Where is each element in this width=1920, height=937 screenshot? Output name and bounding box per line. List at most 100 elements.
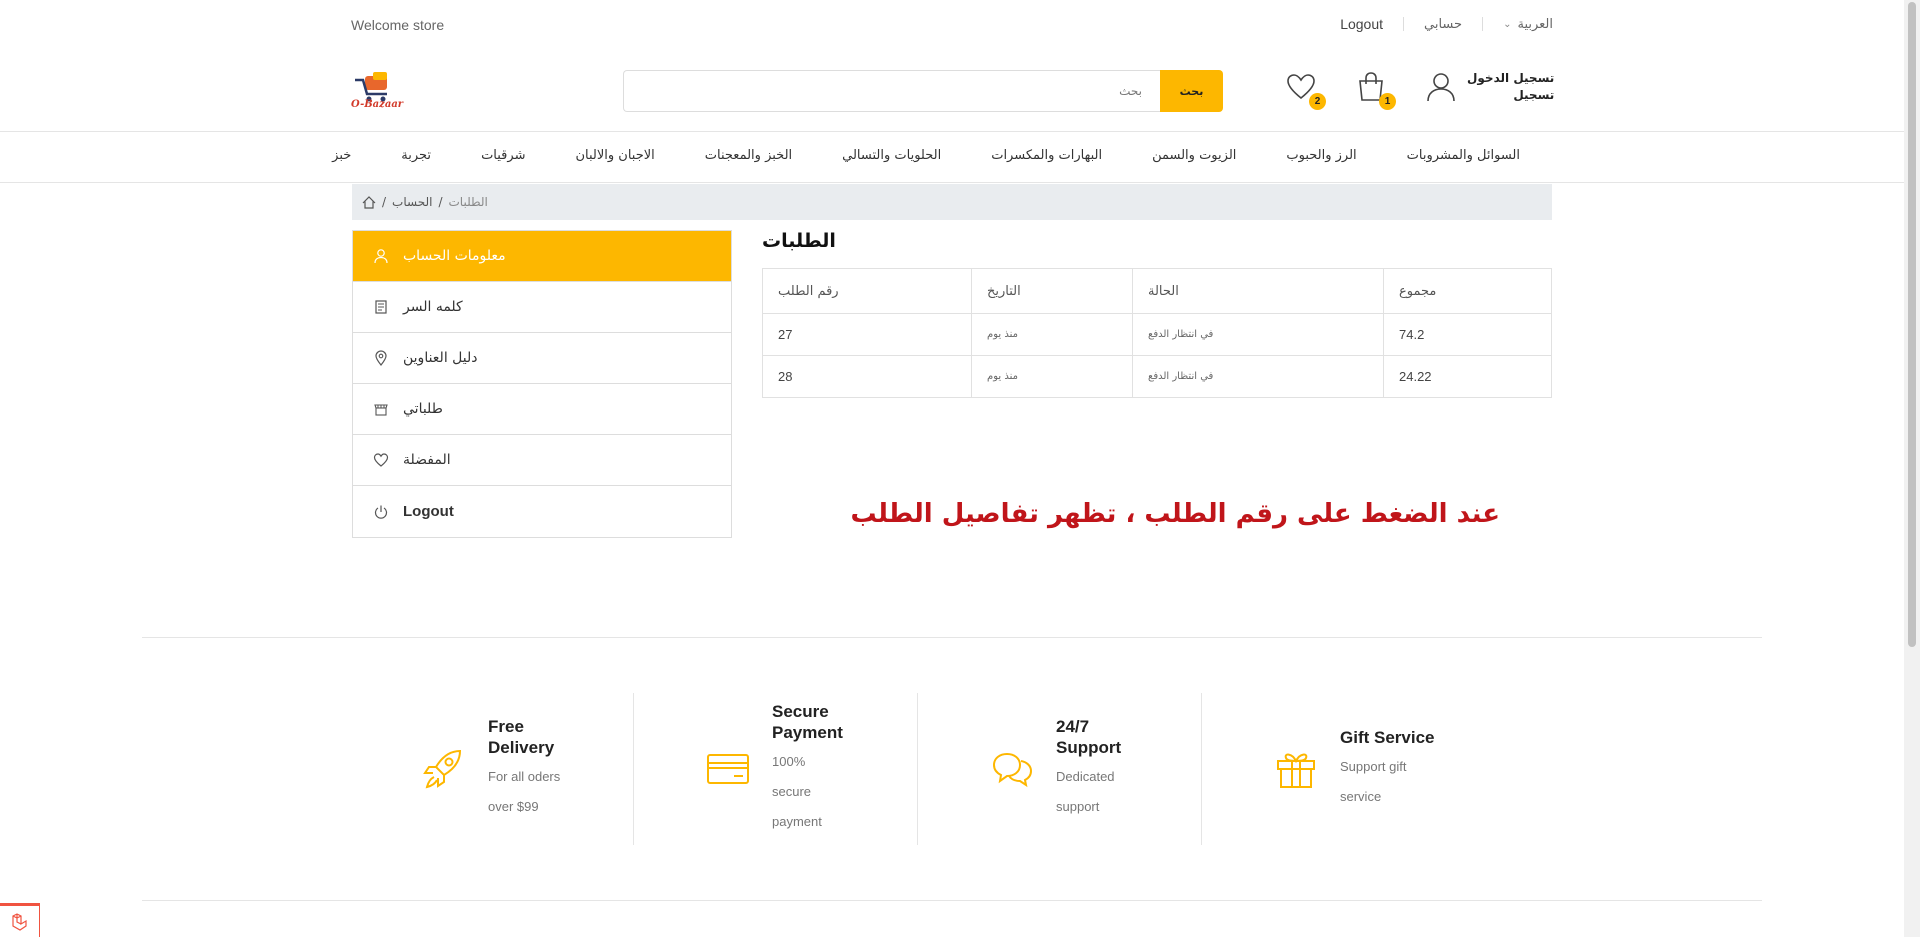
cart-button[interactable]: 1 [1355, 71, 1396, 110]
feature-desc: Dedicated support [1056, 769, 1115, 814]
logout-link[interactable]: Logout [1340, 16, 1383, 32]
page-scrollbar[interactable] [1904, 0, 1920, 937]
wishlist-button[interactable]: 2 [1285, 71, 1326, 110]
feature-title: Gift Service [1340, 727, 1435, 747]
register-link[interactable]: تسجيل [1467, 87, 1554, 104]
debugbar-toggle[interactable] [0, 903, 40, 937]
rocket-icon [423, 749, 462, 789]
order-number-link[interactable]: 28 [762, 355, 972, 398]
order-number-link[interactable]: 27 [762, 313, 972, 356]
divider [1403, 17, 1405, 31]
language-label: العربية [1517, 16, 1553, 31]
feature-desc: 100% secure payment [772, 754, 822, 829]
order-total: 74.2 [1383, 313, 1552, 356]
feature-text: Free Delivery For all oders over $99 [488, 716, 588, 822]
feature-gift-service: Gift Service Support gift service [1202, 693, 1486, 845]
nav-item-sweets[interactable]: الحلويات والتسالي [842, 148, 941, 163]
feature-title: Free Delivery [488, 717, 555, 757]
sidebar-item-account-info[interactable]: معلومات الحساب [353, 231, 731, 282]
header: O-Bazaar بحث 2 1 تسجيل الدخول تسجيل [0, 50, 1904, 132]
orders-title: الطلبات [762, 230, 836, 252]
sidebar-item-label: طلباتي [403, 401, 443, 417]
chat-icon [992, 752, 1033, 788]
column-header-order-number: رقم الطلب [762, 268, 972, 314]
feature-text: Secure Payment 100% secure payment [772, 701, 862, 837]
account-links: تسجيل الدخول تسجيل [1467, 70, 1554, 104]
power-icon [374, 505, 388, 519]
sidebar-item-my-orders[interactable]: طلباتي [353, 384, 731, 435]
category-nav: السوائل والمشروبات الرز والحبوب الزيوت و… [0, 133, 1904, 183]
wishlist-count-badge: 2 [1309, 93, 1326, 110]
annotation-note: عند الضغط على رقم الطلب ، تظهر تفاصيل ال… [850, 499, 1500, 529]
divider [1482, 17, 1484, 31]
nav-item-bakery[interactable]: الخبز والمعجنات [705, 148, 792, 163]
breadcrumb-account[interactable]: الحساب [392, 195, 432, 209]
order-status: في انتظار الدفع [1132, 313, 1384, 356]
column-header-date: التاريخ [971, 268, 1133, 314]
welcome-text: Welcome store [351, 17, 445, 33]
nav-item-dairy[interactable]: الاجبان والالبان [575, 148, 654, 163]
feature-support: 24/7 Support Dedicated support [918, 693, 1202, 845]
top-links: Logout حسابي ⌄ العربية [1340, 16, 1553, 32]
column-header-total: مجموع [1383, 268, 1552, 314]
nav-item-drinks[interactable]: السوائل والمشروبات [1407, 148, 1520, 163]
order-total: 24.22 [1383, 355, 1552, 398]
nav-item-bread[interactable]: خبز [332, 148, 351, 163]
top-bar: Welcome store Logout حسابي ⌄ العربية [0, 0, 1904, 50]
credit-card-icon [707, 754, 749, 784]
feature-text: Gift Service Support gift service [1340, 727, 1460, 812]
feature-desc: Support gift service [1340, 758, 1407, 804]
table-row: 28 منذ يوم في انتظار الدفع 24.22 [762, 355, 1552, 398]
account-sidebar: معلومات الحساب كلمه السر دليل العناوين ط… [352, 230, 732, 538]
my-account-link[interactable]: حسابي [1424, 16, 1462, 32]
order-date: منذ يوم [971, 355, 1133, 398]
heart-icon [373, 453, 389, 467]
feature-title: Secure Payment [772, 702, 843, 742]
nav-item-oils[interactable]: الزيوت والسمن [1152, 148, 1236, 163]
nav-item-spices[interactable]: البهارات والمكسرات [991, 148, 1102, 163]
laravel-icon [11, 912, 27, 931]
language-selector[interactable]: ⌄ العربية [1503, 16, 1553, 32]
nav-item-rice[interactable]: الرز والحبوب [1286, 148, 1356, 163]
feature-desc: For all oders over $99 [488, 769, 561, 814]
user-icon [374, 249, 388, 264]
sidebar-item-logout[interactable]: Logout [353, 486, 731, 537]
store-icon [374, 404, 388, 416]
sidebar-item-password[interactable]: كلمه السر [353, 282, 731, 333]
nav-item-test[interactable]: تجربة [401, 148, 431, 163]
table-row: 27 منذ يوم في انتظار الدفع 74.2 [762, 313, 1552, 356]
sidebar-item-label: كلمه السر [403, 299, 463, 315]
feature-secure-payment: Secure Payment 100% secure payment [634, 693, 918, 845]
gift-icon [1277, 753, 1315, 788]
scrollbar-thumb[interactable] [1908, 2, 1916, 647]
sidebar-item-label: دليل العناوين [403, 350, 478, 366]
orders-table: رقم الطلب التاريخ الحالة مجموع 27 منذ يو… [762, 268, 1552, 398]
search-button[interactable]: بحث [1160, 70, 1223, 112]
sidebar-item-label: Logout [403, 503, 454, 520]
search-bar: بحث [623, 70, 1223, 112]
chevron-down-icon: ⌄ [1503, 18, 1512, 30]
cart-count-badge: 1 [1379, 93, 1396, 110]
breadcrumb-separator: / [438, 195, 443, 209]
nav-item-oriental[interactable]: شرقيات [481, 148, 525, 163]
sidebar-item-label: معلومات الحساب [403, 248, 506, 264]
search-input[interactable] [623, 70, 1160, 112]
login-link[interactable]: تسجيل الدخول [1467, 70, 1554, 87]
sidebar-item-addresses[interactable]: دليل العناوين [353, 333, 731, 384]
logo-text: O-Bazaar [351, 99, 404, 110]
feature-title: 24/7 Support [1056, 717, 1122, 757]
table-header-row: رقم الطلب التاريخ الحالة مجموع [762, 268, 1552, 314]
document-icon [375, 300, 387, 314]
category-list: السوائل والمشروبات الرز والحبوب الزيوت و… [332, 148, 1520, 163]
sidebar-item-favorites[interactable]: المفضلة [353, 435, 731, 486]
breadcrumb: / الحساب / الطلبات [352, 184, 1552, 220]
divider [142, 900, 1762, 901]
map-pin-icon [375, 350, 387, 366]
user-icon [1427, 73, 1455, 102]
column-header-status: الحالة [1132, 268, 1384, 314]
order-date: منذ يوم [971, 313, 1133, 356]
home-icon[interactable] [362, 195, 376, 209]
order-status: في انتظار الدفع [1132, 355, 1384, 398]
feature-text: 24/7 Support Dedicated support [1056, 716, 1146, 822]
account-area: تسجيل الدخول تسجيل [1425, 70, 1554, 104]
